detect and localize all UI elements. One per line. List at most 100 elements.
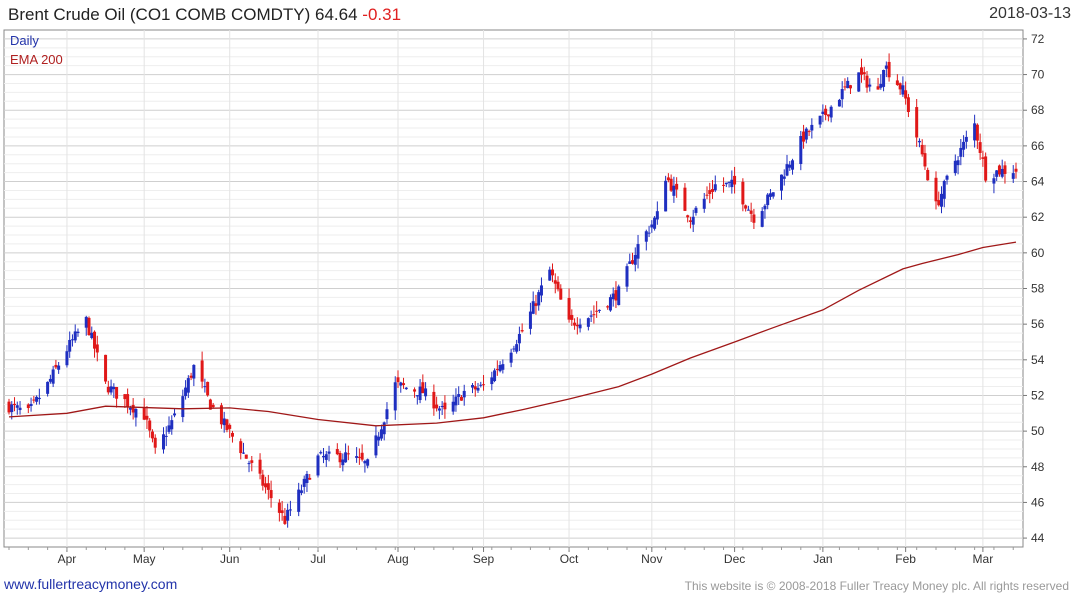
candle-body [244,454,248,459]
candle-body [440,406,444,408]
candle-body [308,477,312,480]
candle-body [675,183,679,190]
candle-body [357,456,361,458]
candle-body [173,413,177,416]
candle-body [860,67,864,75]
candle-body [556,281,560,290]
candle-body [70,339,74,341]
candle-body [611,293,615,300]
candle-body [181,396,185,418]
candle-body [625,266,629,287]
candle-body [744,205,748,209]
candle-body [186,378,190,393]
x-tick-label: Mar [973,552,994,566]
candle-body [953,160,957,174]
candle-body [818,115,822,125]
candle-body [48,378,52,382]
candle-body [848,85,852,89]
candle-body [705,194,709,196]
candle-body [228,424,232,429]
candle-body [148,420,152,431]
candle-body [694,207,698,213]
candle-body [84,316,88,328]
candle-body [451,401,455,412]
candle-body [95,344,99,353]
candle-body [462,390,466,398]
candle-body [134,408,138,418]
candle-body [509,352,513,363]
candle-body [341,459,345,466]
candle-body [884,65,888,69]
candle-body [531,301,535,314]
candle-body [112,386,116,390]
candle-body [688,220,692,222]
candle-body [454,396,458,406]
y-tick-label: 72 [1031,32,1045,46]
candle-body [711,189,715,192]
candle-body [57,365,61,370]
candle-body [13,403,17,406]
candle-body [399,382,403,386]
candle-body [724,182,728,185]
candle-body [882,69,886,87]
candle-body [344,452,348,463]
candle-body [413,389,417,392]
candle-body [374,435,378,456]
candle-body [669,178,673,191]
candle-body [766,194,770,206]
candle-body [396,377,400,383]
candle-body [791,160,795,170]
candle-body [404,387,408,390]
candle-body [722,184,726,186]
candle-body [459,396,463,401]
candle-body [189,375,193,378]
candle-body [1000,168,1004,177]
candle-body [355,456,359,458]
candle-body [512,348,516,350]
candle-body [837,99,841,107]
candle-body [768,193,772,197]
candle-body [586,318,590,327]
candle-body [482,384,486,386]
candle-body [570,314,574,320]
candle-body [782,176,786,179]
candle-body [230,432,234,437]
candle-body [826,114,830,117]
y-tick-label: 60 [1031,246,1045,260]
y-tick-label: 58 [1031,282,1045,296]
candle-body [973,123,977,141]
candle-body [551,269,555,276]
candle-body [324,454,328,460]
candle-body [984,156,988,181]
y-tick-label: 50 [1031,424,1045,438]
candle-body [145,415,149,420]
site-link[interactable]: www.fullertreacymoney.com [4,576,177,592]
candle-body [559,288,563,300]
x-tick-label: Jun [220,552,239,566]
candle-body [650,224,654,228]
candle-body [799,135,803,165]
candle-body [225,419,229,430]
x-tick-label: Apr [58,552,77,566]
candle-body [490,377,494,385]
candle-body [200,360,204,382]
y-tick-label: 68 [1031,103,1045,117]
candle-body [901,85,905,95]
candle-body [123,394,127,400]
candle-body [222,418,226,426]
y-tick-label: 56 [1031,317,1045,331]
price-chart: 44 46 48 50 52 54 56 58 60 62 64 66 68 70 72 Apr May Jun J… [3,29,1045,566]
candle-body [906,97,910,113]
candle-body [261,474,265,486]
y-tick-label: 70 [1031,68,1045,82]
candle-body [203,386,207,388]
y-tick-label: 64 [1031,175,1045,189]
candle-body [470,385,474,388]
candle-body [29,403,33,407]
candle-body [926,169,930,181]
candle-body [537,292,541,306]
candle-body [741,181,745,205]
candle-body [302,478,306,487]
candle-body [366,459,370,466]
candle-body [338,452,342,463]
